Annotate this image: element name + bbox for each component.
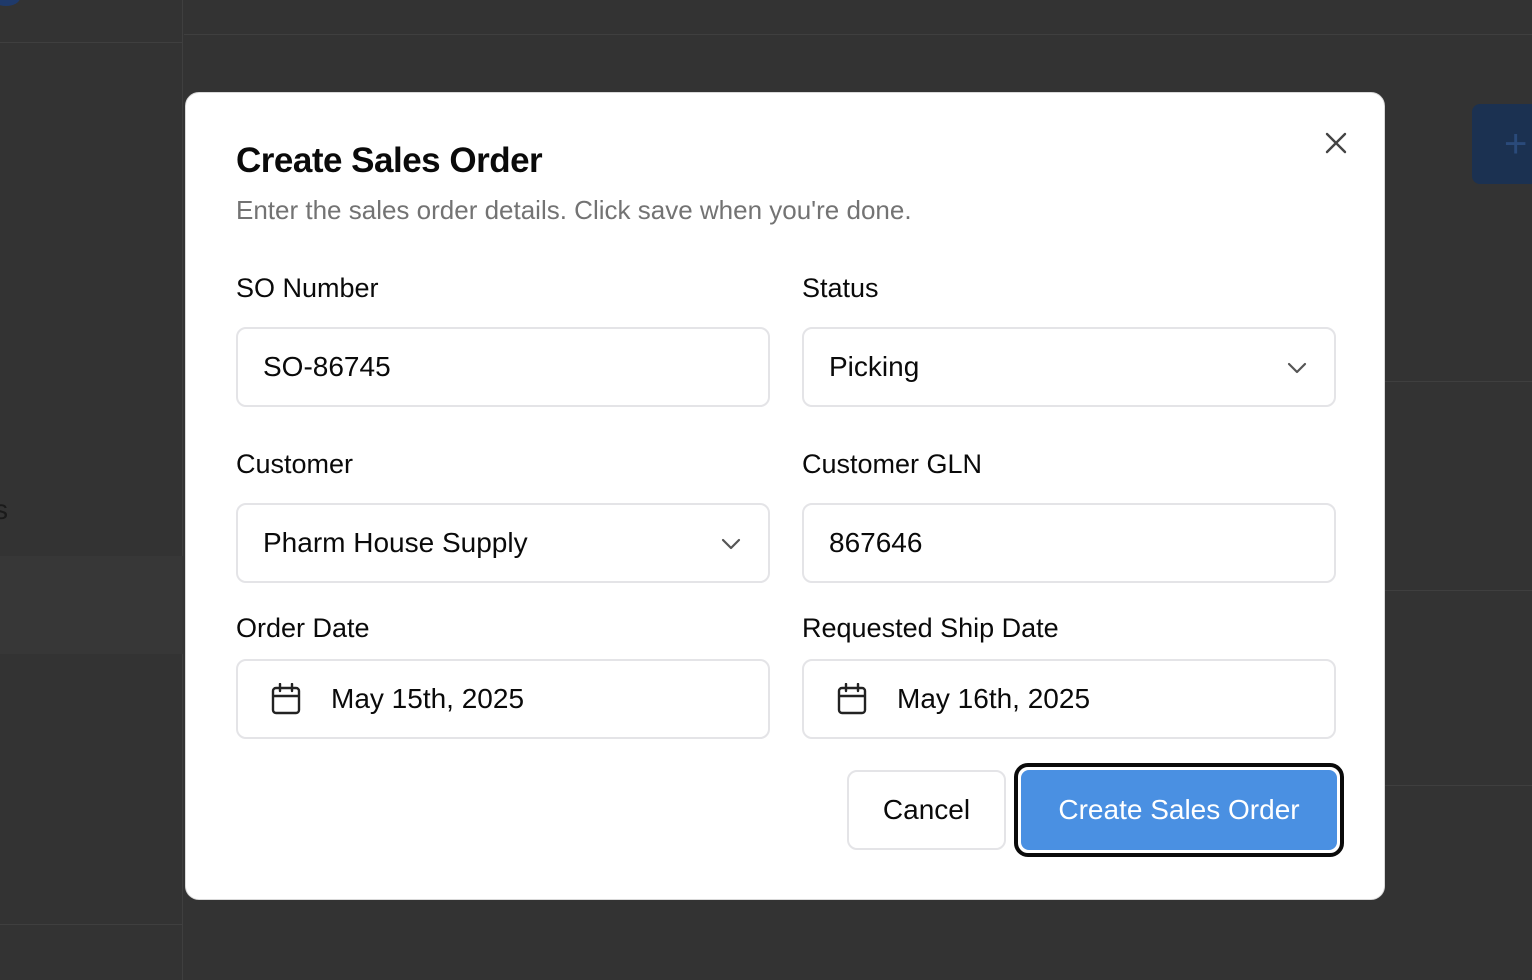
customer-select[interactable]: Pharm House Supply	[236, 503, 770, 583]
background-header	[184, 0, 1532, 35]
status-label: Status	[802, 273, 879, 303]
background-table-row-divider	[1385, 381, 1532, 382]
sidebar-divider	[0, 924, 183, 925]
chevron-down-icon	[721, 538, 741, 550]
dialog-title: Create Sales Order	[236, 141, 543, 180]
so-number-value: SO-86745	[263, 351, 391, 382]
background-table-row-divider	[1385, 590, 1532, 591]
background-table-row-divider	[1385, 785, 1532, 786]
order-date-label: Order Date	[236, 613, 370, 643]
order-date-value: May 15th, 2025	[331, 683, 525, 714]
customer-gln-value: 867646	[829, 527, 923, 558]
background-sidebar: s	[0, 0, 183, 980]
create-sales-order-button[interactable]: Create Sales Order	[1021, 770, 1337, 850]
calendar-icon	[271, 683, 301, 715]
chevron-down-icon	[1287, 362, 1307, 374]
calendar-icon	[837, 683, 867, 715]
close-button[interactable]	[1320, 127, 1352, 159]
so-number-label: SO Number	[236, 273, 379, 303]
so-number-input[interactable]: SO-86745	[236, 327, 770, 407]
dialog-description: Enter the sales order details. Click sav…	[236, 195, 912, 225]
customer-gln-input[interactable]: 867646	[802, 503, 1336, 583]
create-sales-order-dialog: Create Sales Order Enter the sales order…	[185, 92, 1385, 900]
order-date-picker[interactable]: May 15th, 2025	[236, 659, 770, 739]
customer-label: Customer	[236, 449, 354, 479]
cancel-button[interactable]: Cancel	[847, 770, 1006, 850]
requested-ship-date-value: May 16th, 2025	[897, 683, 1091, 714]
customer-value: Pharm House Supply	[263, 527, 528, 558]
requested-ship-date-picker[interactable]: May 16th, 2025	[802, 659, 1336, 739]
customer-gln-label: Customer GLN	[802, 449, 983, 479]
status-select[interactable]: Picking	[802, 327, 1336, 407]
background-add-button: +	[1472, 104, 1532, 184]
sidebar-item-label: s	[0, 494, 8, 525]
close-icon	[1325, 132, 1347, 154]
sidebar-item-active	[0, 556, 183, 654]
status-value: Picking	[829, 351, 920, 382]
create-sales-order-button-focus-ring: Create Sales Order	[1014, 763, 1344, 857]
sidebar-logo-icon	[0, 0, 20, 6]
requested-ship-date-label: Requested Ship Date	[802, 613, 1059, 643]
sidebar-divider	[0, 42, 183, 43]
